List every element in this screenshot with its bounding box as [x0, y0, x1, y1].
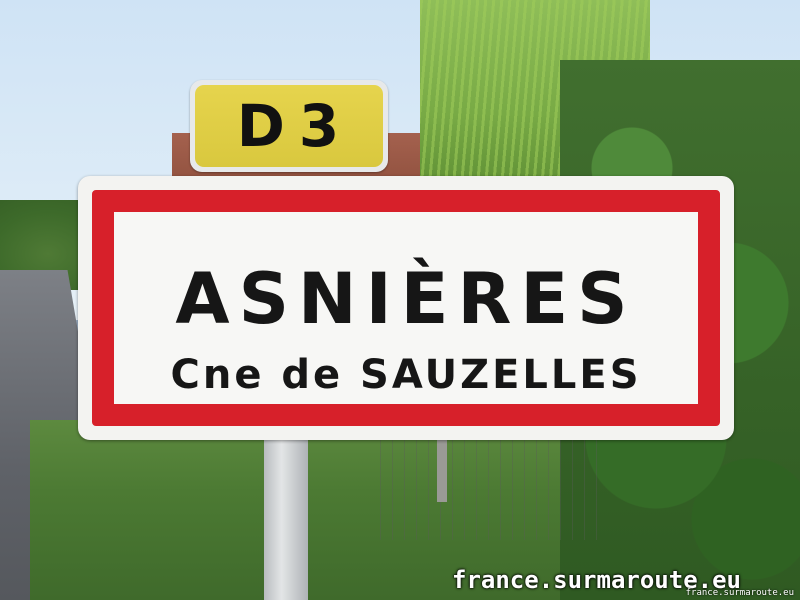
road-number-plate: D3 [195, 85, 383, 167]
road-number-text: D3 [236, 92, 354, 160]
road-number-sign: D3 [190, 80, 388, 172]
town-entry-sign: ASNIÈRES Cne de SAUZELLES [78, 176, 734, 440]
town-sign-red-border: ASNIÈRES Cne de SAUZELLES [92, 190, 720, 426]
watermark-small-text: france.surmaroute.eu [685, 588, 794, 598]
photo-scene: D3 ASNIÈRES Cne de SAUZELLES france.surm… [0, 0, 800, 600]
wire-fence [380, 430, 600, 540]
commune-name: Cne de SAUZELLES [170, 352, 642, 398]
town-name: ASNIÈRES [175, 258, 637, 340]
sign-pole [264, 430, 308, 600]
fence-post [437, 432, 447, 502]
